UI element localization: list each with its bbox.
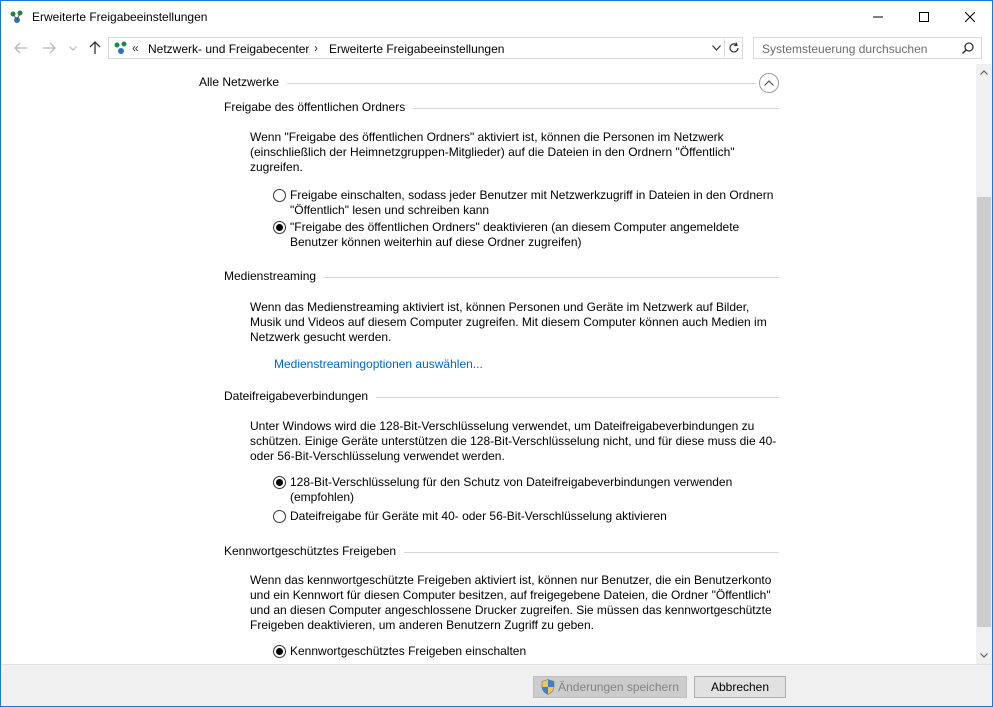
- refresh-icon: [728, 42, 739, 53]
- search-box[interactable]: Systemsteuerung durchsuchen: [753, 37, 982, 59]
- radio-label[interactable]: Dateifreigabe für Geräte mit 40- oder 56…: [290, 509, 780, 524]
- radio-label[interactable]: Freigabe einschalten, sodass jeder Benut…: [290, 188, 780, 218]
- network-group-header: Alle Netzwerke: [199, 73, 779, 93]
- address-dropdown-button[interactable]: [708, 39, 724, 57]
- arrow-up-icon: [89, 41, 101, 54]
- arrow-left-icon: [14, 42, 27, 54]
- section-title: Dateifreigabeverbindungen: [224, 389, 377, 403]
- radio-label[interactable]: 128-Bit-Verschlüsselung für den Schutz v…: [290, 475, 780, 505]
- arrow-right-icon: [43, 42, 56, 54]
- breadcrumb-item[interactable]: Erweiterte Freigabeeinstellungen: [329, 42, 504, 56]
- section-media-streaming: Medienstreaming: [224, 269, 779, 285]
- chevron-up-icon: [764, 80, 774, 86]
- collapse-button[interactable]: [759, 73, 779, 93]
- forward-button[interactable]: [41, 40, 57, 56]
- radio-button[interactable]: [273, 510, 286, 523]
- navigation-bar: « Netzwerk- und Freigabecenter › Erweite…: [1, 32, 992, 64]
- breadcrumb-separator[interactable]: ›: [314, 41, 318, 55]
- radio-password-enable[interactable]: Kennwortgeschütztes Freigeben einschalte…: [273, 644, 783, 661]
- network-sharing-icon: [114, 41, 127, 54]
- section-description: Wenn das Medienstreaming aktiviert ist, …: [250, 300, 767, 344]
- cancel-button-label: Abbrechen: [710, 680, 770, 694]
- cancel-button[interactable]: Abbrechen: [694, 676, 786, 698]
- divider: [322, 277, 779, 278]
- media-streaming-options-link[interactable]: Medienstreamingoptionen auswählen...: [274, 357, 483, 371]
- chevron-up-icon: [980, 70, 988, 75]
- maximize-button[interactable]: [901, 1, 947, 32]
- section-description: Wenn "Freigabe des öffentlichen Ordners"…: [250, 130, 735, 174]
- radio-label[interactable]: Kennwortgeschütztes Freigeben einschalte…: [290, 644, 780, 659]
- title-bar[interactable]: Erweiterte Freigabeeinstellungen: [1, 1, 992, 32]
- divider: [284, 83, 756, 84]
- divider: [408, 108, 779, 109]
- breadcrumb-item[interactable]: Netzwerk- und Freigabecenter: [148, 42, 309, 56]
- chevron-down-icon: [69, 45, 77, 51]
- minimize-button[interactable]: [855, 1, 901, 32]
- section-description: Wenn das kennwortgeschützte Freigeben ak…: [250, 573, 772, 632]
- scroll-down-button[interactable]: [976, 647, 992, 664]
- scrollbar-thumb[interactable]: [977, 197, 991, 627]
- refresh-button[interactable]: [724, 39, 742, 57]
- radio-button[interactable]: [273, 645, 286, 658]
- chevron-down-icon: [711, 45, 721, 51]
- radio-label[interactable]: "Freigabe des öffentlichen Ordners" deak…: [290, 220, 780, 250]
- minimize-icon: [873, 16, 883, 17]
- section-password-sharing: Kennwortgeschütztes Freigeben: [224, 544, 779, 560]
- divider: [400, 552, 779, 553]
- vertical-scrollbar[interactable]: [976, 64, 992, 664]
- section-description: Unter Windows wird die 128-Bit-Verschlüs…: [250, 419, 777, 463]
- divider: [374, 397, 779, 398]
- settings-content: Alle Netzwerke Freigabe des öffentlichen…: [1, 64, 976, 664]
- radio-button[interactable]: [273, 221, 286, 234]
- search-input[interactable]: Systemsteuerung durchsuchen: [762, 42, 927, 56]
- section-file-sharing: Dateifreigabeverbindungen: [224, 389, 779, 405]
- uac-shield-icon: [541, 679, 555, 695]
- maximize-icon: [919, 11, 929, 22]
- window: Erweiterte Freigabeeinstellungen « Netzw…: [0, 0, 993, 707]
- network-sharing-icon: [10, 10, 23, 23]
- radio-button[interactable]: [273, 189, 286, 202]
- section-title: Medienstreaming: [224, 269, 325, 283]
- breadcrumb-overflow[interactable]: «: [132, 41, 139, 55]
- recent-locations-button[interactable]: [65, 40, 81, 56]
- save-button-label: Änderungen speichern: [558, 680, 679, 694]
- search-icon[interactable]: [961, 41, 975, 55]
- radio-button[interactable]: [273, 476, 286, 489]
- up-button[interactable]: [87, 40, 103, 56]
- radio-128-bit[interactable]: 128-Bit-Verschlüsselung für den Schutz v…: [273, 475, 783, 507]
- address-bar[interactable]: « Netzwerk- und Freigabecenter › Erweite…: [108, 37, 743, 59]
- close-icon: [965, 11, 975, 22]
- scroll-up-button[interactable]: [976, 64, 992, 81]
- radio-40-56-bit[interactable]: Dateifreigabe für Geräte mit 40- oder 56…: [273, 509, 783, 526]
- group-title: Alle Netzwerke: [199, 75, 288, 89]
- footer-bar: Änderungen speichern Abbrechen: [1, 664, 992, 706]
- section-public-folder: Freigabe des öffentlichen Ordners: [224, 100, 779, 116]
- section-title: Kennwortgeschütztes Freigeben: [224, 544, 405, 558]
- radio-public-disable[interactable]: "Freigabe des öffentlichen Ordners" deak…: [273, 220, 783, 252]
- close-button[interactable]: [947, 1, 993, 32]
- back-button[interactable]: [13, 40, 29, 56]
- save-changes-button[interactable]: Änderungen speichern: [533, 676, 687, 698]
- radio-public-enable[interactable]: Freigabe einschalten, sodass jeder Benut…: [273, 188, 783, 220]
- window-title: Erweiterte Freigabeeinstellungen: [32, 10, 208, 24]
- section-title: Freigabe des öffentlichen Ordners: [224, 100, 414, 114]
- chevron-down-icon: [980, 653, 988, 658]
